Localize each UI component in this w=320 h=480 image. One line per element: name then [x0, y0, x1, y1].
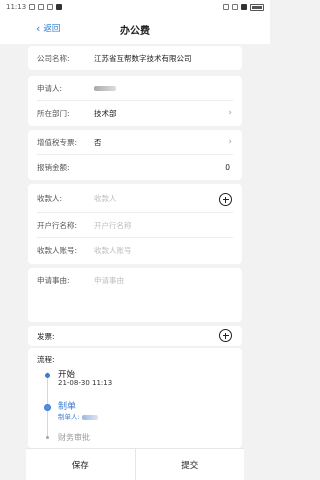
total-value: 0 — [225, 162, 230, 172]
bank-input[interactable]: 开户行名称 — [94, 220, 132, 231]
reason-label: 申请事由: — [37, 275, 70, 285]
step-subtitle: 制单人: — [58, 411, 98, 421]
status-time: 11:13 — [6, 3, 27, 11]
vat-row[interactable]: 增值税专票: 否 › — [28, 130, 242, 154]
applicant-card: 申请人: 所在部门: 技术部 › — [28, 76, 242, 126]
nav-bar: ‹ 返回 办公费 — [0, 14, 270, 44]
company-value: 江苏省互帮数字技术有限公司 — [94, 53, 192, 63]
step-title: 财务审批 — [58, 433, 90, 442]
invoice-label: 发票: — [37, 331, 55, 341]
notification-icon — [38, 4, 45, 10]
signal-icon — [241, 4, 247, 10]
wifi-icon — [232, 4, 238, 10]
submit-button[interactable]: 提交 — [134, 448, 244, 480]
step-dot — [46, 436, 49, 439]
payee-card: 收款人: 收款人 开户行名称: 开户行名称 收款人账号: 收款人账号 — [28, 184, 242, 264]
add-payee-icon[interactable] — [219, 193, 232, 206]
invoice-row: 发票: — [28, 326, 242, 346]
reason-textarea[interactable]: 申请事由 — [94, 275, 124, 286]
account-input[interactable]: 收款人账号 — [94, 245, 132, 256]
applicant-row: 申请人: — [28, 76, 242, 100]
status-bar: 11:13 — [0, 0, 270, 14]
payee-name-label: 收款人: — [37, 193, 63, 203]
notification-icon — [29, 4, 36, 10]
workflow-card: 流程: 开始 21-08-30 11:13 制单 制单人: 财务审批 — [28, 348, 242, 448]
notification-icon — [47, 4, 54, 10]
account-row: 收款人账号: 收款人账号 — [28, 238, 242, 262]
workflow-label: 流程: — [37, 355, 55, 364]
vat-label: 增值税专票: — [37, 137, 78, 147]
chevron-left-icon: ‹ — [36, 21, 41, 35]
company-row: 公司名称: 江苏省互帮数字技术有限公司 — [28, 46, 242, 70]
save-button[interactable]: 保存 — [26, 448, 135, 480]
step-dot — [45, 373, 50, 378]
action-bar: 保存 提交 — [26, 448, 244, 480]
company-card: 公司名称: 江苏省互帮数字技术有限公司 — [28, 46, 242, 70]
back-label: 返回 — [43, 24, 61, 34]
chevron-right-icon: › — [228, 108, 232, 118]
step-dot-active — [44, 404, 51, 411]
account-label: 收款人账号: — [37, 245, 78, 255]
invoice-card: 发票: — [28, 326, 242, 346]
invoice-info-card: 增值税专票: 否 › 报销金额: 0 — [28, 130, 242, 180]
company-label: 公司名称: — [37, 53, 70, 63]
applicant-label: 申请人: — [37, 83, 63, 93]
bank-row: 开户行名称: 开户行名称 — [28, 213, 242, 237]
chevron-right-icon: › — [228, 137, 232, 147]
payee-name-row: 收款人: 收款人 — [28, 186, 242, 210]
add-invoice-icon[interactable] — [219, 329, 232, 342]
department-value: 技术部 — [94, 108, 117, 118]
reason-card: 申请事由: 申请事由 — [28, 268, 242, 322]
total-row: 报销金额: 0 — [28, 155, 242, 179]
department-label: 所在部门: — [37, 108, 70, 118]
back-button[interactable]: ‹ 返回 — [36, 21, 61, 35]
step-time: 21-08-30 11:13 — [58, 379, 113, 387]
payee-name-input[interactable]: 收款人 — [94, 193, 117, 204]
nfc-icon — [223, 4, 229, 10]
page-title: 办公费 — [120, 25, 150, 37]
vat-value: 否 — [94, 137, 102, 147]
department-row[interactable]: 所在部门: 技术部 › — [28, 101, 242, 125]
bank-label: 开户行名称: — [37, 220, 78, 230]
app-icon — [56, 4, 63, 10]
applicant-value — [94, 84, 116, 93]
battery-icon — [250, 3, 264, 11]
reason-row: 申请事由: 申请事由 — [28, 270, 242, 290]
total-label: 报销金额: — [37, 162, 70, 172]
